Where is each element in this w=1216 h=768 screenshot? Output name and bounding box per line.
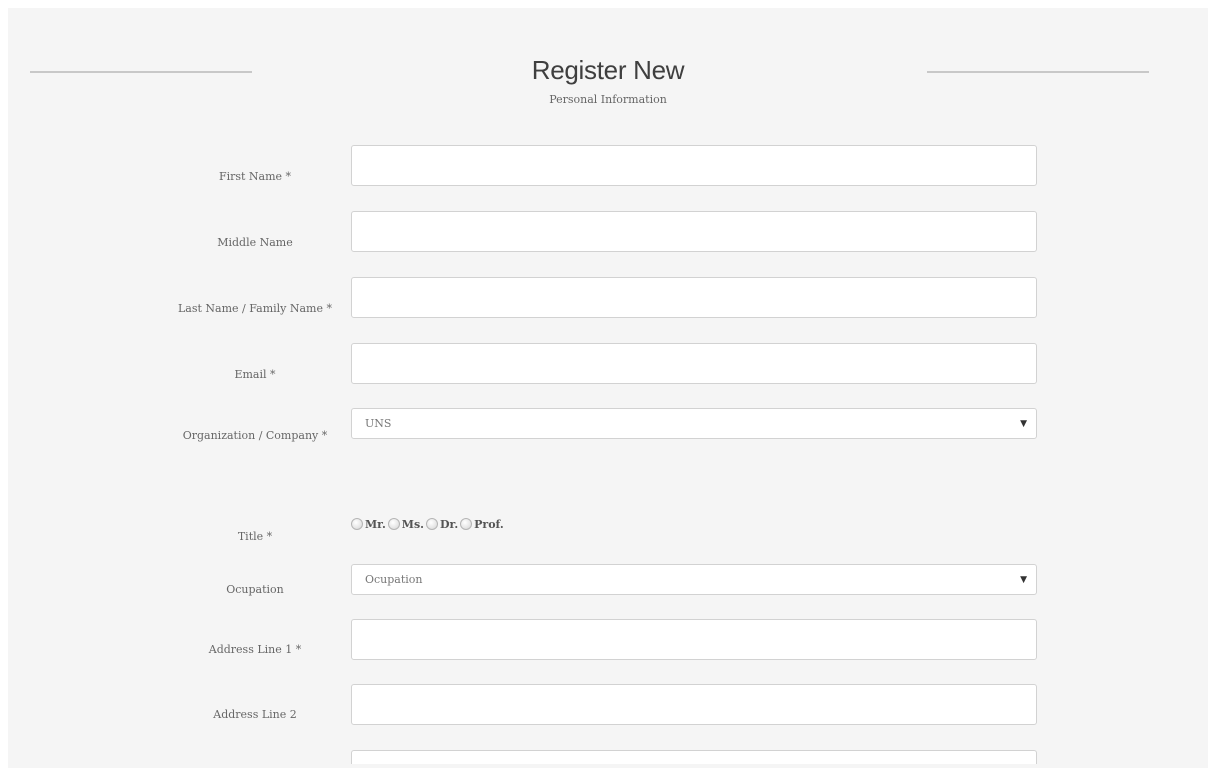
address-line-2-label: Address Line 2 xyxy=(213,708,297,721)
occupation-select[interactable]: Ocupation ▼ xyxy=(351,564,1037,595)
radio-circle-icon[interactable] xyxy=(460,518,473,530)
title-option-ms[interactable]: Ms. xyxy=(387,517,425,531)
email-input[interactable] xyxy=(351,343,1037,384)
last-name-label: Last Name / Family Name * xyxy=(178,302,332,315)
occupation-label: Ocupation xyxy=(226,583,284,596)
last-name-input[interactable] xyxy=(351,277,1037,318)
chevron-down-icon: ▼ xyxy=(1020,419,1027,429)
first-name-input[interactable] xyxy=(351,145,1037,186)
radio-circle-icon[interactable] xyxy=(351,518,363,530)
middle-name-label: Middle Name xyxy=(217,236,293,249)
organization-select-value: UNS xyxy=(365,417,392,430)
title-option-label: Prof. xyxy=(474,517,504,531)
chevron-down-icon: ▼ xyxy=(1020,575,1027,585)
title-option-mr[interactable]: Mr. xyxy=(351,518,387,531)
title-radio-group: Mr. Ms. Dr. Prof. xyxy=(351,515,506,533)
email-label: Email * xyxy=(234,368,276,381)
title-option-dr[interactable]: Dr. xyxy=(426,518,459,531)
title-option-prof[interactable]: Prof. xyxy=(460,518,505,531)
radio-circle-icon[interactable] xyxy=(387,518,400,530)
address-line-1-label: Address Line 1 * xyxy=(208,643,302,656)
organization-label: Organization / Company * xyxy=(182,429,328,442)
next-field-input[interactable] xyxy=(351,750,1037,764)
address-line-1-input[interactable] xyxy=(351,619,1037,660)
organization-select[interactable]: UNS ▼ xyxy=(351,408,1037,439)
address-line-2-input[interactable] xyxy=(351,684,1037,725)
title-label: Title * xyxy=(237,530,273,543)
title-option-label: Dr. xyxy=(440,517,459,531)
title-option-label: Ms. xyxy=(401,517,424,531)
title-option-label: Mr. xyxy=(365,517,386,531)
occupation-select-value: Ocupation xyxy=(365,573,423,586)
page-title: Register New xyxy=(531,55,685,85)
radio-circle-icon[interactable] xyxy=(426,518,438,530)
middle-name-input[interactable] xyxy=(351,211,1037,252)
page-subtitle: Personal Information xyxy=(549,93,667,106)
first-name-label: First Name * xyxy=(218,170,292,183)
